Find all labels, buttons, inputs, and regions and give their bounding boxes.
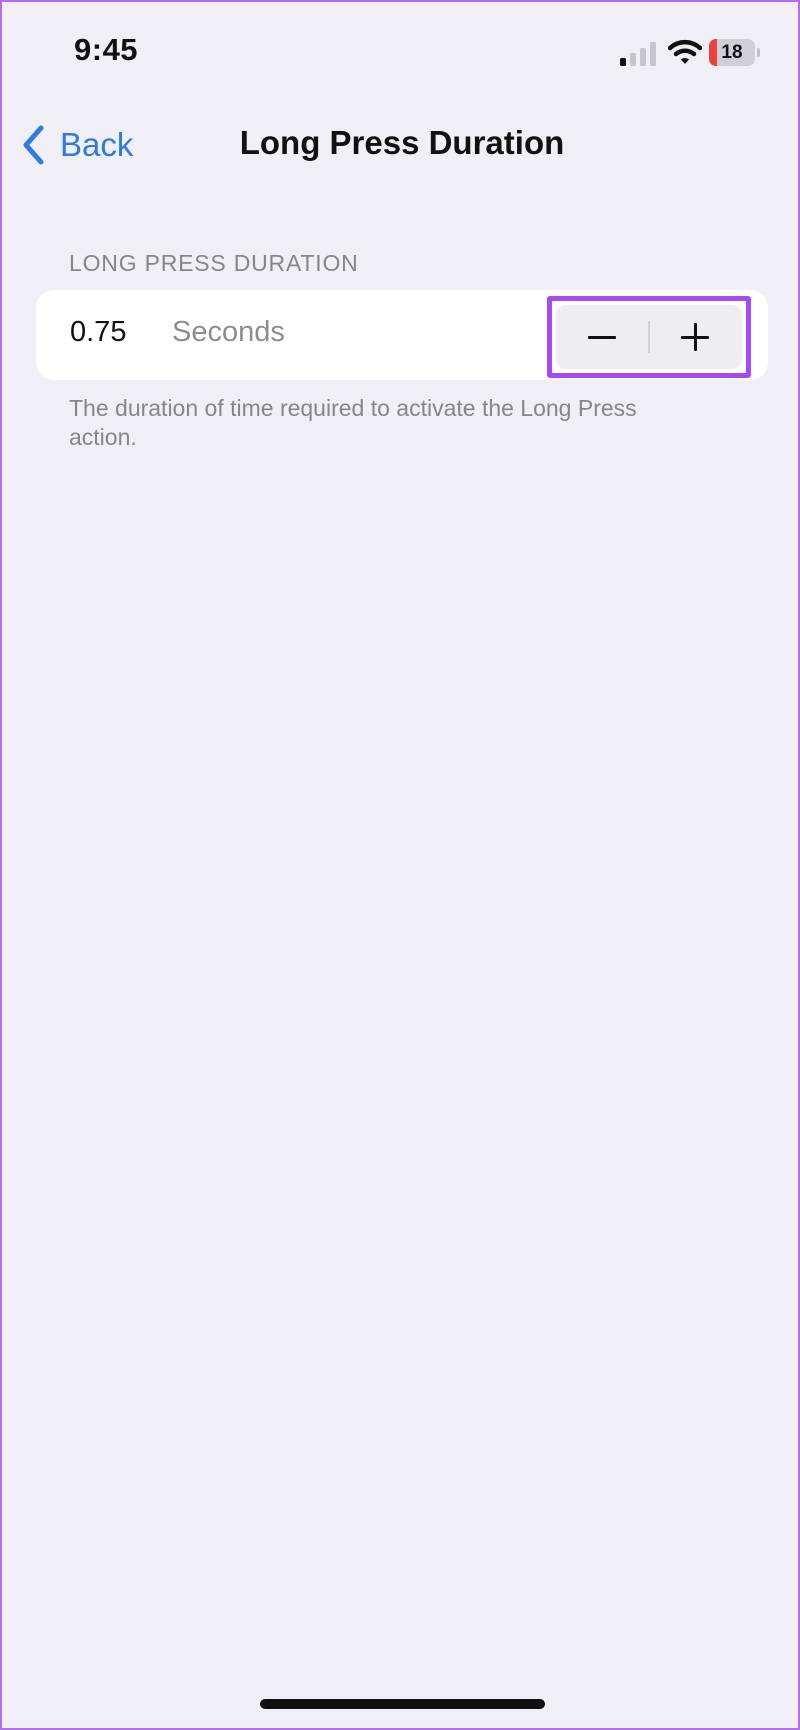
- status-time: 9:45: [74, 32, 139, 67]
- battery-level-text: 18: [721, 42, 743, 63]
- cellular-signal-icon: [620, 42, 656, 66]
- battery-tip: [757, 48, 760, 57]
- status-bar: 9:45 18: [2, 2, 798, 102]
- wifi-icon: [668, 39, 702, 64]
- section-header: LONG PRESS DURATION: [69, 250, 359, 276]
- stepper-highlight-box: [547, 296, 751, 378]
- duration-value: 0.75: [70, 316, 127, 348]
- home-indicator[interactable]: [260, 1699, 545, 1709]
- duration-unit: Seconds: [172, 316, 285, 348]
- battery-indicator: 18: [709, 39, 761, 66]
- duration-card: 0.75 Seconds: [36, 290, 768, 380]
- section-footer: The duration of time required to activat…: [69, 395, 637, 450]
- navigation-bar: Back Long Press Duration: [2, 110, 798, 180]
- page-title: Long Press Duration: [239, 124, 565, 161]
